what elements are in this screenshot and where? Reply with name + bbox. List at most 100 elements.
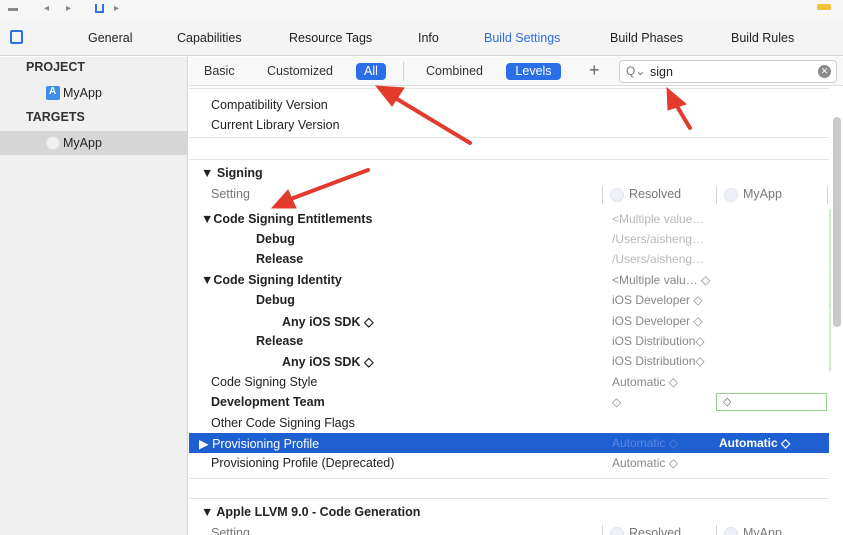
column-divider xyxy=(827,186,828,204)
sidebar-item-label: MyApp xyxy=(63,136,102,150)
add-setting-button[interactable]: + xyxy=(589,60,600,81)
setting-row-csi-release[interactable]: Release iOS Distribution◇ xyxy=(189,331,831,351)
search-icon: Q⌄ xyxy=(626,64,646,78)
resolved-value: iOS Developer ◇ xyxy=(612,293,703,307)
column-divider xyxy=(716,186,717,204)
setting-column-header: Setting xyxy=(211,526,250,535)
tab-build-phases[interactable]: Build Phases xyxy=(610,31,683,45)
setting-name: Debug xyxy=(256,293,295,307)
setting-row-provisioning-profile-deprecated[interactable]: Provisioning Profile (Deprecated) Automa… xyxy=(189,453,829,473)
setting-row-csi-debug-any-sdk[interactable]: Any iOS SDK ◇ iOS Developer ◇ xyxy=(189,311,831,331)
divider xyxy=(189,159,829,160)
project-header: PROJECT xyxy=(26,60,86,74)
target-icon xyxy=(46,136,60,150)
filter-divider xyxy=(403,62,404,81)
divider xyxy=(189,88,829,89)
vertical-scrollbar[interactable] xyxy=(833,117,841,327)
resolved-value: Automatic ◇ xyxy=(612,436,678,450)
search-field[interactable]: Q⌄ ✕ xyxy=(619,60,837,83)
level-indicator xyxy=(829,331,831,351)
popup-value: ◇ xyxy=(723,396,732,408)
sidebar-item-label: MyApp xyxy=(63,86,102,100)
section-signing[interactable]: ▼ Signing xyxy=(189,163,829,183)
column-divider xyxy=(602,186,603,204)
setting-name: Code Signing Style xyxy=(211,375,318,389)
resolved-value: <Multiple value… xyxy=(612,212,705,226)
target-value-popup[interactable]: Automatic ◇ xyxy=(719,436,790,450)
level-indicator xyxy=(829,290,831,310)
tab-build-settings[interactable]: Build Settings xyxy=(484,31,560,45)
setting-row[interactable]: Compatibility Version xyxy=(189,95,829,115)
divider xyxy=(189,137,829,138)
project-navigator-toggle-icon[interactable] xyxy=(10,30,23,44)
filter-basic-button[interactable]: Basic xyxy=(204,63,235,80)
level-indicator xyxy=(829,209,831,229)
setting-row-other-code-signing-flags[interactable]: Other Code Signing Flags xyxy=(189,413,829,433)
app-project-icon: A xyxy=(46,86,60,100)
tab-capabilities[interactable]: Capabilities xyxy=(177,31,242,45)
setting-name: Other Code Signing Flags xyxy=(211,416,355,430)
resolved-value: ◇ xyxy=(612,395,622,409)
setting-row-development-team[interactable]: Development Team ◇ ◇ xyxy=(189,392,829,412)
tab-info[interactable]: Info xyxy=(418,31,439,45)
section-title: ▼ Signing xyxy=(201,166,263,180)
setting-row-code-signing-identity[interactable]: ▼Code Signing Identity <Multiple valu… ◇ xyxy=(189,270,831,290)
nav-icon[interactable]: ▬ xyxy=(8,3,18,14)
column-header-row: Setting Resolved MyApp xyxy=(189,185,829,205)
setting-row-code-signing-entitlements[interactable]: ▼Code Signing Entitlements <Multiple val… xyxy=(189,209,831,229)
level-indicator xyxy=(829,270,831,290)
setting-name: Release xyxy=(256,252,304,266)
setting-name: Any iOS SDK ◇ xyxy=(282,315,374,329)
resolved-icon xyxy=(610,527,624,535)
setting-name: ▼Code Signing Identity xyxy=(201,273,342,287)
warning-icon[interactable] xyxy=(817,4,831,10)
level-indicator xyxy=(829,249,831,269)
setting-row-csi-debug[interactable]: Debug iOS Developer ◇ xyxy=(189,290,831,310)
setting-name: ▼Code Signing Entitlements xyxy=(201,212,373,226)
column-header-row: Setting Resolved MyApp xyxy=(189,524,829,535)
sidebar-item-project-myapp[interactable]: A MyApp xyxy=(0,81,187,105)
target-column-header: MyApp xyxy=(743,187,782,201)
divider xyxy=(189,478,829,479)
build-settings-table: Compatibility Version Current Library Ve… xyxy=(189,87,831,535)
setting-name: Debug xyxy=(256,232,295,246)
tab-build-rules[interactable]: Build Rules xyxy=(731,31,794,45)
setting-row-provisioning-profile[interactable]: ▶ Provisioning Profile Automatic ◇ Autom… xyxy=(189,433,829,453)
tab-general[interactable]: General xyxy=(88,31,132,45)
divider xyxy=(189,498,829,499)
setting-row-csi-release-any-sdk[interactable]: Any iOS SDK ◇ iOS Distribution◇ xyxy=(189,351,831,371)
setting-row[interactable]: Current Library Version xyxy=(189,115,829,135)
view-levels-button[interactable]: Levels xyxy=(506,63,561,80)
back-icon[interactable]: ◂ xyxy=(44,3,49,14)
clear-search-icon[interactable]: ✕ xyxy=(818,65,831,78)
forward-icon[interactable]: ▸ xyxy=(66,3,71,14)
sidebar-item-target-myapp[interactable]: MyApp xyxy=(0,131,187,155)
tab-resource-tags[interactable]: Resource Tags xyxy=(289,31,372,45)
setting-name: Compatibility Version xyxy=(211,98,328,112)
setting-row-cse-debug[interactable]: Debug /Users/aisheng… xyxy=(189,229,831,249)
target-icon xyxy=(724,188,738,202)
level-indicator xyxy=(829,229,831,249)
build-settings-filter-bar: Basic Customized All Combined Levels + Q… xyxy=(189,57,843,86)
resolved-value: /Users/aisheng… xyxy=(612,252,705,266)
filter-all-button[interactable]: All xyxy=(356,63,386,80)
setting-row-cse-release[interactable]: Release /Users/aisheng… xyxy=(189,249,831,269)
resolved-value: iOS Distribution◇ xyxy=(612,354,705,368)
filter-customized-button[interactable]: Customized xyxy=(267,63,333,80)
breadcrumb-icon: ▸ xyxy=(114,3,120,14)
resolved-value: /Users/aisheng… xyxy=(612,232,705,246)
target-column-header: MyApp xyxy=(743,526,782,535)
editor-tab-bar: General Capabilities Resource Tags Info … xyxy=(0,20,843,56)
section-apple-llvm-code-generation[interactable]: ▼ Apple LLVM 9.0 - Code Generation xyxy=(189,502,829,522)
column-divider xyxy=(602,525,603,535)
view-combined-button[interactable]: Combined xyxy=(426,63,483,80)
setting-name: Any iOS SDK ◇ xyxy=(282,355,374,369)
target-icon xyxy=(724,527,738,535)
search-input[interactable] xyxy=(650,63,810,80)
setting-row-code-signing-style[interactable]: Code Signing Style Automatic ◇ xyxy=(189,372,829,392)
development-team-popup[interactable]: ◇ xyxy=(716,393,827,411)
resolved-icon xyxy=(610,188,624,202)
resolved-value: iOS Distribution◇ xyxy=(612,334,705,348)
setting-name: ▶ Provisioning Profile xyxy=(199,437,320,451)
resolved-value: Automatic ◇ xyxy=(612,375,678,389)
